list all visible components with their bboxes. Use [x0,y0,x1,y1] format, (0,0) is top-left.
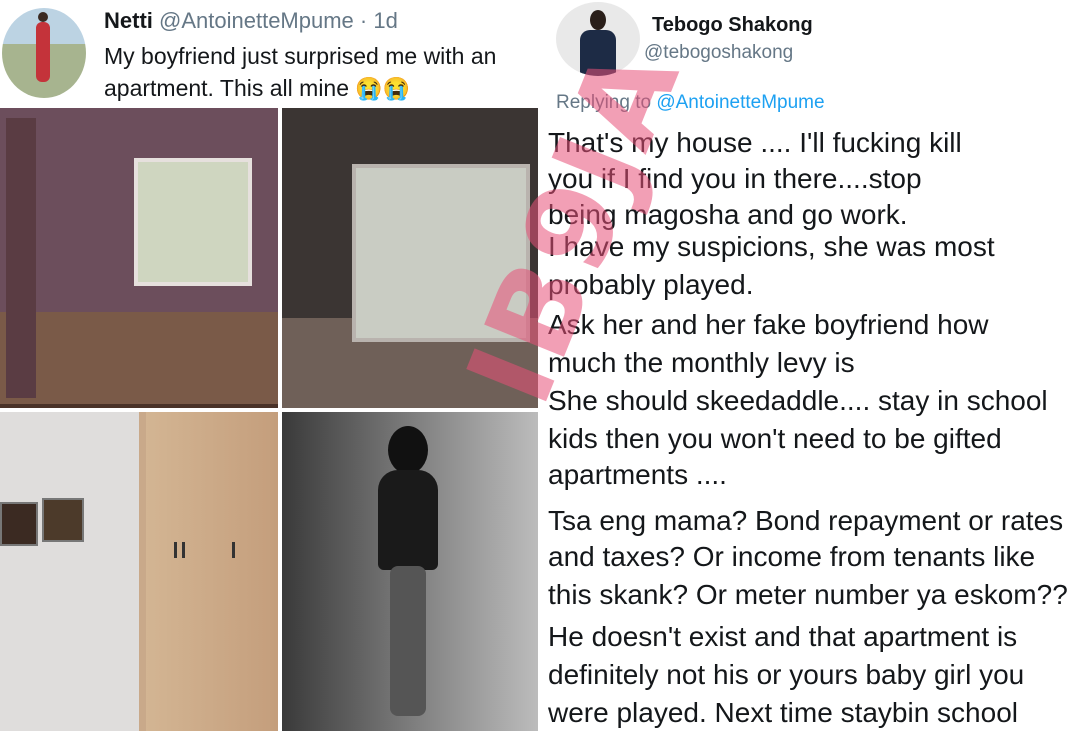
photo-grid [0,108,540,731]
wall-picture [0,502,38,546]
reply-line: were played. Next time staybin school [548,697,1018,728]
photo-wardrobe-room[interactable] [0,412,278,731]
door [6,118,36,398]
tweet-header: Netti @AntoinetteMpume · 1d [104,8,398,34]
photo-empty-room[interactable] [0,108,278,408]
reply-line: and taxes? Or income from tenants like [548,541,1036,572]
wall-picture [42,498,84,542]
reply-line: Tsa eng mama? Bond repayment or rates [548,505,1064,536]
avatar[interactable] [2,8,86,98]
display-name[interactable]: Netti [104,8,153,33]
wardrobe [146,412,278,731]
display-name[interactable]: Tebogo Shakong [652,14,813,37]
photo-woman-portrait[interactable] [282,412,540,731]
reply-line: apartments .... [548,459,727,490]
reply-line: this skank? Or meter number ya eskom?? [548,579,1068,610]
person [368,426,448,726]
reply-line: kids then you won't need to be gifted [548,423,1002,454]
reply-line: She should skeedaddle.... stay in school [548,385,1048,416]
reply-line: Ask her and her fake boyfriend how [548,309,989,340]
reply-line: He doesn't exist and that apartment is [548,621,1018,652]
user-handle[interactable]: @AntoinetteMpume [159,8,354,33]
reply-line: definitely not his or yours baby girl yo… [548,659,1025,690]
tweet-timestamp[interactable]: · 1d [360,8,398,33]
tweet-text: My boyfriend just surprised me with an a… [104,40,534,105]
window [134,158,252,286]
tweet-body: My boyfriend just surprised me with an a… [104,43,497,101]
crying-emoji-icon: 😭😭 [355,76,411,101]
